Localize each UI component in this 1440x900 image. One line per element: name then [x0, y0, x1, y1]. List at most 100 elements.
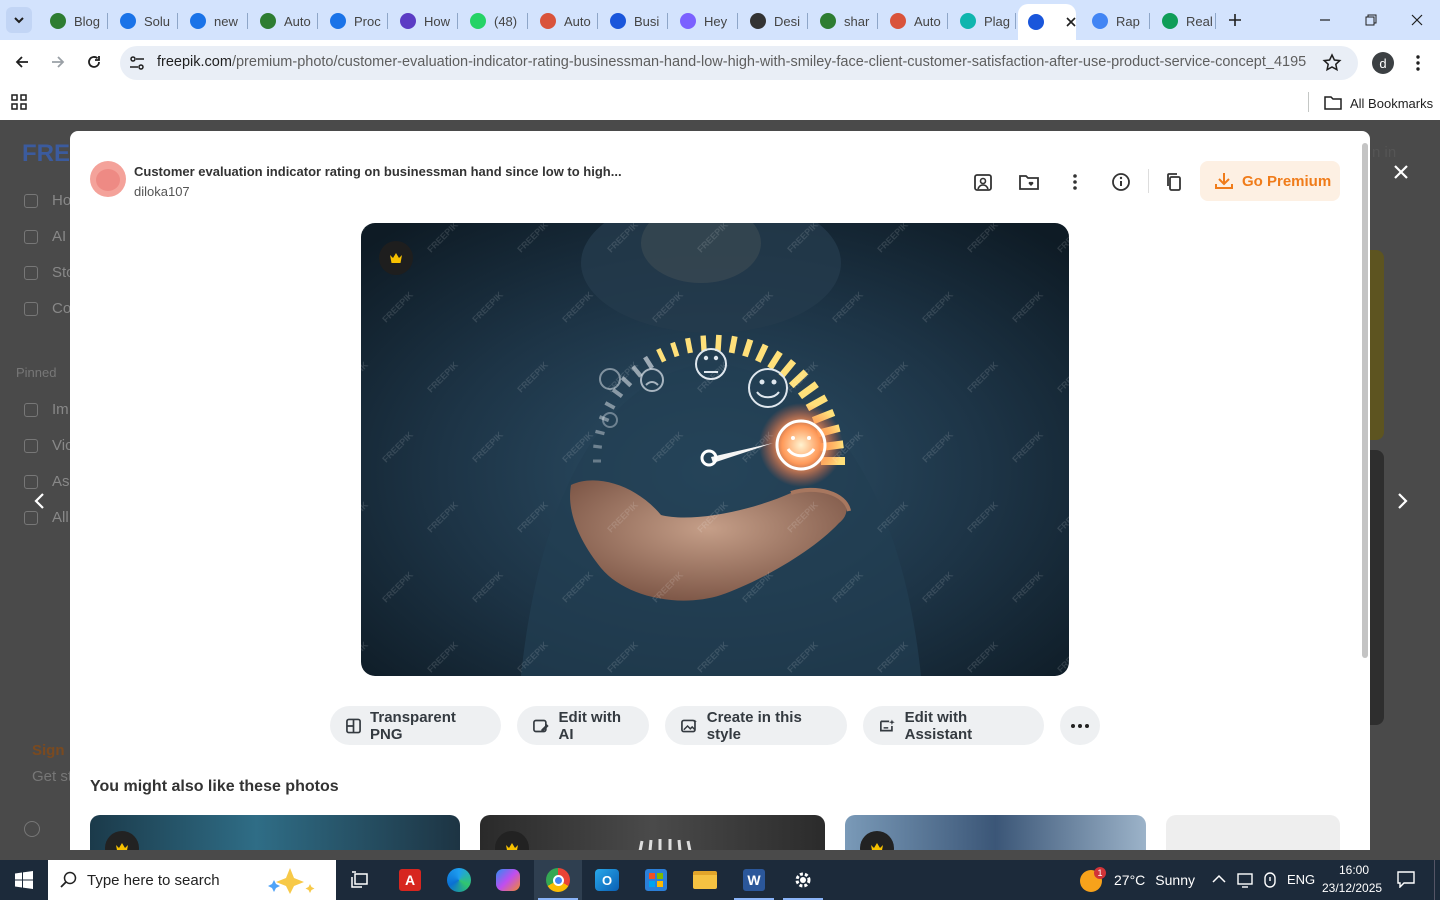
all-bookmarks-button[interactable]: All Bookmarks — [1324, 91, 1433, 115]
assistant-icon — [880, 719, 895, 731]
tab-title: Rap — [1116, 13, 1140, 29]
copilot-taskbar-button[interactable] — [484, 860, 532, 900]
more-options-button[interactable] — [1062, 169, 1088, 195]
tab-title: Blog — [74, 13, 101, 29]
transparent-png-button[interactable]: Transparent PNG — [330, 706, 501, 745]
crown-icon — [871, 843, 883, 850]
chevron-right-icon — [1398, 493, 1408, 509]
browser-tab[interactable] — [1018, 4, 1076, 40]
chrome-taskbar-button[interactable] — [534, 860, 582, 900]
browser-tab[interactable]: shar — [810, 8, 878, 34]
notifications-button[interactable] — [1396, 870, 1418, 890]
go-premium-button[interactable]: Go Premium — [1200, 161, 1340, 201]
more-actions-button[interactable] — [1060, 706, 1100, 745]
close-modal-button[interactable] — [1390, 161, 1412, 183]
edit-with-ai-button[interactable]: Edit with AI — [517, 706, 649, 745]
bookmarks-divider — [1308, 92, 1309, 112]
clock-date[interactable]: 23/12/2025 — [1322, 881, 1382, 895]
author-name[interactable]: diloka107 — [134, 184, 190, 199]
taskbar-search-placeholder: Type here to search — [87, 871, 220, 889]
copy-button[interactable] — [1161, 169, 1187, 195]
related-photo-4[interactable] — [1166, 815, 1340, 850]
author-avatar[interactable] — [90, 161, 126, 197]
background-pinned-icon — [24, 475, 38, 489]
info-button[interactable] — [1108, 169, 1134, 195]
language-indicator[interactable]: ENG — [1287, 872, 1315, 887]
browser-tab[interactable]: Proc — [320, 8, 388, 34]
task-view-button[interactable] — [336, 860, 384, 900]
chatgpt-icon — [120, 13, 136, 29]
previous-image-button[interactable] — [28, 488, 50, 514]
outlook-taskbar-button[interactable]: O — [583, 860, 631, 900]
word-taskbar-button[interactable]: W — [730, 860, 778, 900]
browser-tab[interactable]: Rap — [1082, 8, 1150, 34]
info-icon — [1112, 173, 1130, 191]
close-window-button[interactable] — [1402, 10, 1432, 30]
browser-tab[interactable]: Desi — [740, 8, 808, 34]
minimize-button[interactable] — [1310, 10, 1340, 30]
background-card-dark — [1370, 450, 1384, 725]
browser-tab[interactable]: Plag — [950, 8, 1016, 34]
bookmark-star-button[interactable] — [1322, 53, 1342, 73]
volume-icon[interactable] — [1262, 871, 1278, 889]
show-hidden-icons-button[interactable] — [1212, 872, 1228, 888]
back-button[interactable] — [10, 50, 34, 74]
apps-button[interactable] — [10, 93, 30, 113]
background-pinned-icon — [24, 403, 38, 417]
restore-button[interactable] — [1356, 10, 1386, 30]
browser-tab[interactable]: Blog — [40, 8, 108, 34]
forward-button[interactable] — [46, 50, 70, 74]
apps-grid-icon — [11, 94, 27, 110]
url-path: /premium-photo/customer-evaluation-indic… — [231, 54, 1307, 70]
related-photo-3[interactable] — [845, 815, 1146, 850]
browser-tab[interactable]: Auto — [250, 8, 318, 34]
site-info-icon[interactable] — [128, 54, 146, 72]
file-explorer-taskbar-button[interactable] — [681, 860, 729, 900]
url-text[interactable]: freepik.com/premium-photo/customer-evalu… — [157, 54, 1307, 70]
close-tab-icon[interactable] — [1066, 15, 1076, 30]
reload-button[interactable] — [82, 50, 106, 74]
modal-scrollbar-thumb[interactable] — [1362, 143, 1368, 658]
browser-tab[interactable]: new — [180, 8, 248, 34]
clock-time[interactable]: 16:00 — [1339, 863, 1369, 877]
background-pinned-item: All — [52, 509, 69, 526]
start-button[interactable] — [0, 860, 48, 900]
profile-avatar[interactable]: d — [1372, 52, 1394, 74]
create-in-this-style-button[interactable]: Create in this style — [665, 706, 847, 745]
tab-search-button[interactable] — [6, 7, 32, 33]
copilot-icon — [496, 869, 520, 891]
browser-tab[interactable]: Solu — [110, 8, 178, 34]
taskbar-search-box[interactable]: Type here to search — [48, 860, 336, 900]
settings-taskbar-button[interactable] — [779, 860, 827, 900]
network-icon[interactable] — [1237, 872, 1255, 888]
browser-tab[interactable]: Real — [1152, 8, 1216, 34]
browser-menu-button[interactable] — [1410, 53, 1426, 73]
browser-tab[interactable]: Hey — [670, 8, 738, 34]
background-nav-item: AI — [52, 228, 67, 245]
browser-tab[interactable]: (48) — [460, 8, 528, 34]
edge-taskbar-button[interactable] — [435, 860, 483, 900]
browser-tab[interactable]: Busi — [600, 8, 668, 34]
browser-tab[interactable]: How — [390, 8, 458, 34]
main-image[interactable]: FREEPIK FREEPIK FREEPIK FREEPIK FREEPIK FREEP… — [361, 223, 1069, 676]
folder-icon — [693, 871, 717, 889]
weather-widget[interactable]: 1 27°C Sunny — [1080, 866, 1195, 894]
reload-icon — [88, 56, 100, 68]
edge-icon — [447, 868, 471, 892]
background-nav-icon — [24, 194, 38, 208]
store-taskbar-button[interactable] — [632, 860, 680, 900]
edit-with-assistant-button[interactable]: Edit with Assistant — [863, 706, 1044, 745]
all-bookmarks-label: All Bookmarks — [1350, 95, 1434, 111]
show-desktop-button[interactable] — [1434, 860, 1440, 900]
url-host: freepik.com — [157, 54, 232, 70]
new-tab-button[interactable] — [1224, 9, 1246, 31]
acrobat-taskbar-button[interactable]: A — [386, 860, 434, 900]
related-photo-1[interactable] — [90, 815, 460, 850]
save-to-collection-button[interactable] — [1016, 169, 1042, 195]
similar-images-button[interactable] — [970, 169, 996, 195]
browser-tab[interactable]: Auto — [530, 8, 598, 34]
related-photo-2[interactable] — [480, 815, 825, 850]
browser-tab[interactable]: Auto — [880, 8, 948, 34]
next-image-button[interactable] — [1392, 488, 1414, 514]
background-logo: FRE — [22, 140, 70, 167]
